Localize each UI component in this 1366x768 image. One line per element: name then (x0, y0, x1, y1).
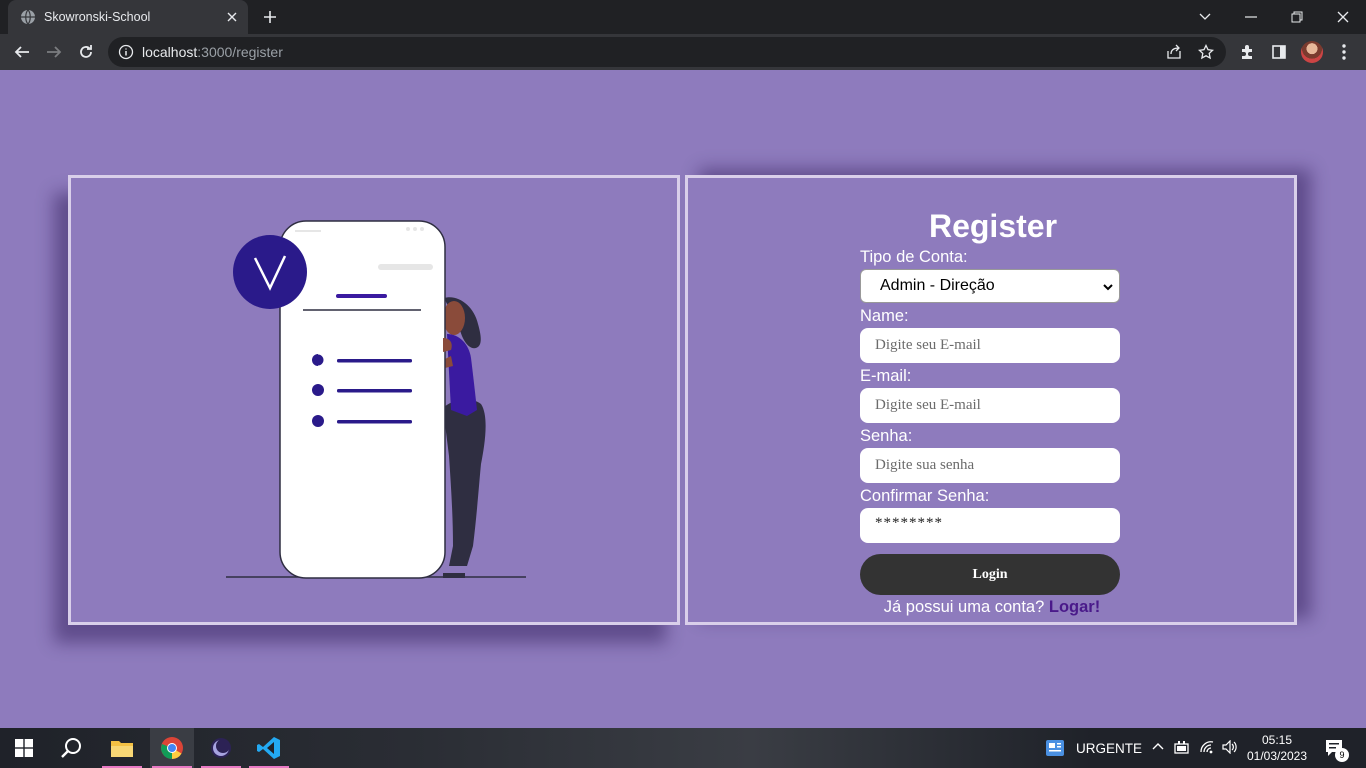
battery-icon[interactable] (1174, 740, 1190, 754)
tab-title: Skowronski-School (44, 10, 151, 24)
password-input[interactable]: Digite sua senha (860, 448, 1120, 483)
sidepanel-icon[interactable] (1265, 38, 1293, 66)
login-link[interactable]: Logar! (1049, 598, 1100, 616)
notification-badge: 9 (1335, 748, 1349, 762)
confirm-password-label: Confirmar Senha: (860, 487, 990, 505)
name-input[interactable]: Digite seu E-mail (860, 328, 1120, 363)
account-type-label: Tipo de Conta: (860, 248, 968, 266)
search-icon[interactable] (50, 728, 94, 768)
browser-tab[interactable]: Skowronski-School (8, 0, 248, 34)
account-type-value: Admin - Direção (880, 277, 995, 294)
restore-icon[interactable] (1274, 0, 1320, 34)
windows-icon[interactable] (2, 728, 46, 768)
account-type-select[interactable]: Admin - Direção (860, 269, 1120, 303)
news-widget-icon[interactable] (1046, 740, 1064, 756)
login-prompt-text: Já possui uma conta? (883, 598, 1045, 616)
close-icon[interactable] (224, 9, 240, 25)
login-button[interactable]: Login (860, 554, 1120, 595)
chrome-icon[interactable] (150, 728, 194, 768)
confirm-password-input[interactable]: ******** (860, 508, 1120, 543)
windows-taskbar: URGENTE 05:15 01/03/2023 9 (0, 728, 1366, 768)
news-widget-text[interactable]: URGENTE (1076, 741, 1142, 756)
reload-icon[interactable] (72, 38, 100, 66)
system-clock[interactable]: 05:15 01/03/2023 (1240, 732, 1314, 764)
name-label: Name: (860, 307, 909, 325)
phone-woman-illustration (226, 220, 526, 579)
browser-toolbar: localhost:3000/register (0, 34, 1366, 70)
browser-tabbar: Skowronski-School (0, 0, 1366, 34)
plus-icon[interactable] (258, 5, 282, 29)
share-icon[interactable] (1166, 44, 1182, 60)
folder-icon[interactable] (100, 728, 144, 768)
email-input[interactable]: Digite seu E-mail (860, 388, 1120, 423)
vscode-icon[interactable] (247, 728, 291, 768)
wifi-icon[interactable] (1199, 740, 1215, 754)
back-icon[interactable] (8, 38, 36, 66)
chevron-down-icon (1103, 284, 1113, 291)
illustration-card (68, 175, 680, 625)
address-bar[interactable]: localhost:3000/register (108, 37, 1226, 67)
minimize-icon[interactable] (1228, 0, 1274, 34)
window-close-icon[interactable] (1320, 0, 1366, 34)
clock-date: 01/03/2023 (1246, 749, 1308, 763)
eclipse-icon[interactable] (199, 728, 243, 768)
menu-icon[interactable] (1330, 38, 1358, 66)
extensions-icon[interactable] (1233, 38, 1261, 66)
password-label: Senha: (860, 427, 913, 445)
page-title: Register (928, 208, 1058, 244)
profile-avatar[interactable] (1301, 41, 1323, 63)
url-text: localhost:3000/register (142, 44, 283, 60)
register-form: Register Tipo de Conta: Admin - Direção … (860, 206, 1122, 617)
chevron-up-icon[interactable] (1152, 742, 1164, 750)
globe-icon (21, 9, 35, 25)
chevron-down-icon[interactable] (1182, 0, 1228, 34)
email-label: E-mail: (860, 367, 912, 385)
clock-time: 05:15 (1261, 733, 1293, 747)
forward-icon[interactable] (40, 38, 68, 66)
info-icon[interactable] (118, 44, 134, 60)
login-prompt: Já possui uma conta? Logar! (862, 598, 1122, 617)
star-icon[interactable] (1198, 44, 1214, 60)
volume-icon[interactable] (1222, 740, 1238, 754)
register-card: Register Tipo de Conta: Admin - Direção … (685, 175, 1297, 625)
